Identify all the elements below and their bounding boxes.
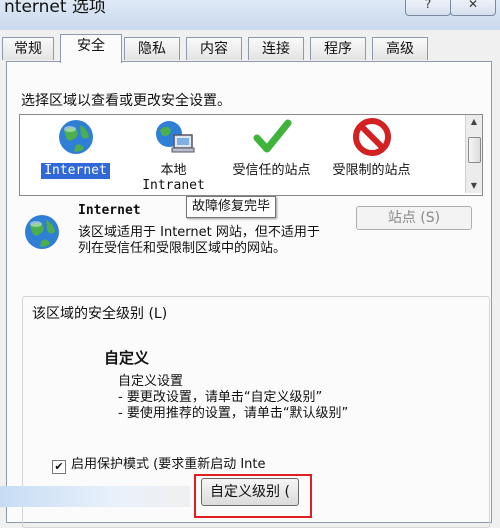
zone-label: 受信任的站点 <box>232 163 311 178</box>
zone-label: 受限制的站点 <box>332 163 411 178</box>
tab-strip: 常规 安全 隐私 内容 连接 程序 高级 <box>0 34 500 63</box>
protected-mode-checkbox[interactable]: ✔ <box>52 460 66 474</box>
zone-prompt: 选择区域以查看或更改安全设置。 <box>21 93 231 109</box>
tab-connections[interactable]: 连接 <box>248 37 304 60</box>
tab-advanced[interactable]: 高级 <box>372 37 428 60</box>
zone-internet[interactable]: Internet <box>28 117 123 179</box>
zone-list-scrollbar[interactable]: ▲ ▼ <box>465 115 482 193</box>
security-level-line: - 要使用推荐的设置，请单击“默认级别” <box>118 406 349 421</box>
window-title: nternet 选项 <box>4 0 106 17</box>
tab-general[interactable]: 常规 <box>2 37 54 60</box>
tab-security[interactable]: 安全 <box>60 34 122 63</box>
scroll-up-icon[interactable]: ▲ <box>466 115 482 129</box>
globe-icon <box>58 120 93 154</box>
zone-description-text: 该区域适用于 Internet 网站，但不适用于列在受信任和受限制区域中的网站。 <box>78 225 320 256</box>
title-bar: nternet 选项 ? ✕ <box>0 0 500 30</box>
zone-local-intranet[interactable]: 本地 Intranet <box>126 117 221 193</box>
zone-description-title: Internet <box>78 203 141 218</box>
tooltip: 故障修复完毕 <box>186 196 277 218</box>
tab-content[interactable]: 内容 <box>186 37 242 60</box>
checkmark-icon <box>253 119 291 153</box>
tab-programs[interactable]: 程序 <box>310 37 366 60</box>
protected-mode-label: 启用保护模式 (要求重新启动 Inte <box>71 457 266 472</box>
scroll-down-icon[interactable]: ▼ <box>466 179 482 193</box>
scroll-thumb[interactable] <box>468 137 481 163</box>
globe-icon <box>25 215 59 249</box>
protected-mode-row[interactable]: ✔ 启用保护模式 (要求重新启动 Inte <box>52 453 302 474</box>
zone-trusted-sites[interactable]: 受信任的站点 <box>224 117 319 179</box>
sites-button[interactable]: 站点 (S) <box>356 206 472 230</box>
close-button[interactable]: ✕ <box>450 0 496 16</box>
security-level-name: 自定义 <box>104 349 150 367</box>
tab-privacy[interactable]: 隐私 <box>124 37 180 60</box>
local-intranet-icon <box>155 121 194 153</box>
zone-label: 本地 Intranet <box>142 163 205 193</box>
zone-label: Internet <box>41 163 110 179</box>
restricted-icon <box>352 118 391 156</box>
custom-level-button[interactable]: 自定义级别 ( <box>201 478 299 506</box>
security-level-legend: 该区域的安全级别 (L) <box>28 303 172 323</box>
zone-restricted-sites[interactable]: 受限制的站点 <box>324 117 419 179</box>
taskbar-fragment <box>0 486 190 507</box>
zone-list: Internet 本地 Intranet 受信任的站点 受限制的站点 ▲ ▼ <box>19 114 483 196</box>
help-button[interactable]: ? <box>405 0 451 16</box>
